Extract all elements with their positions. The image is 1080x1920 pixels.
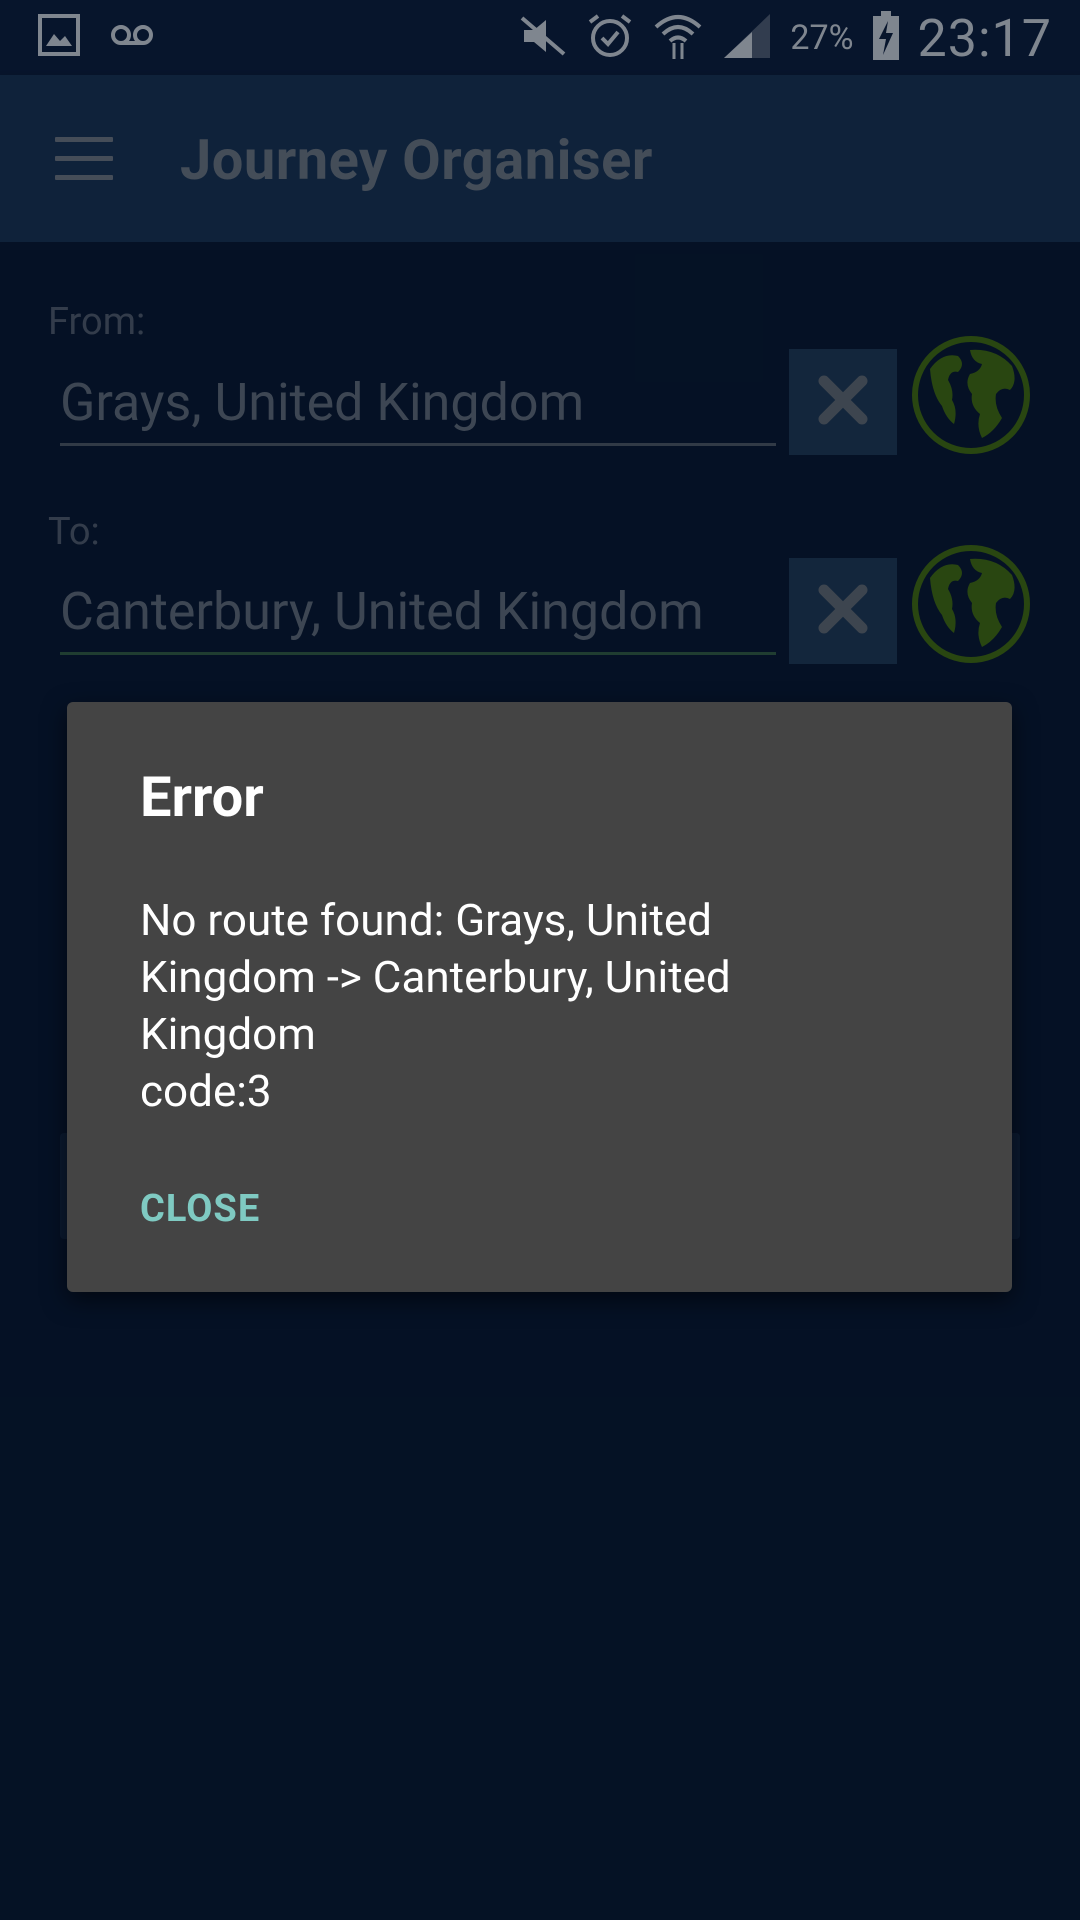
dialog-title: Error — [140, 764, 264, 830]
close-button[interactable]: CLOSE — [140, 1187, 260, 1231]
dialog-message: No route found: Grays, United Kingdom ->… — [140, 894, 731, 1117]
error-dialog: Error No route found: Grays, United King… — [67, 702, 1012, 1292]
